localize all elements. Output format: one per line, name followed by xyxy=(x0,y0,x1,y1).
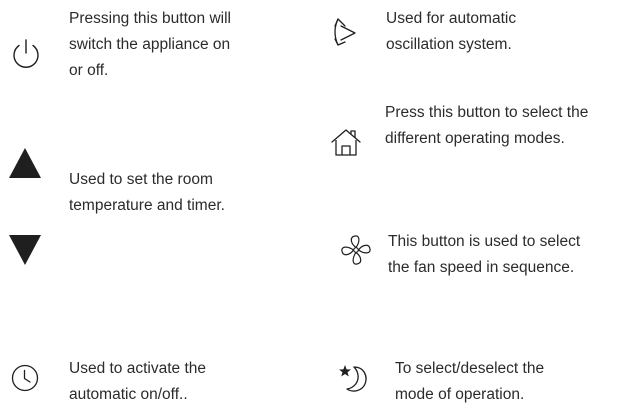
triangle-down-icon xyxy=(8,234,42,266)
sleep-moon-star-icon xyxy=(337,363,371,395)
oscillation-description: Used for automatic oscillation system. xyxy=(386,10,517,53)
temperature-description: Used to set the room temperature and tim… xyxy=(69,171,225,214)
fan-description: This button is used to select the fan sp… xyxy=(388,233,581,276)
power-icon xyxy=(10,37,42,71)
power-description: Pressing this button will switch the app… xyxy=(69,10,231,79)
timer-description: Used to activate the automatic on/off.. xyxy=(69,360,206,403)
oscillation-icon xyxy=(328,15,362,51)
clock-icon xyxy=(10,363,40,393)
sleep-description: To select/deselect the mode of operation… xyxy=(395,360,545,403)
home-mode-icon xyxy=(330,128,362,158)
fan-icon xyxy=(339,233,373,267)
mode-description: Press this button to select the differen… xyxy=(385,104,589,147)
triangle-up-icon xyxy=(8,147,42,179)
